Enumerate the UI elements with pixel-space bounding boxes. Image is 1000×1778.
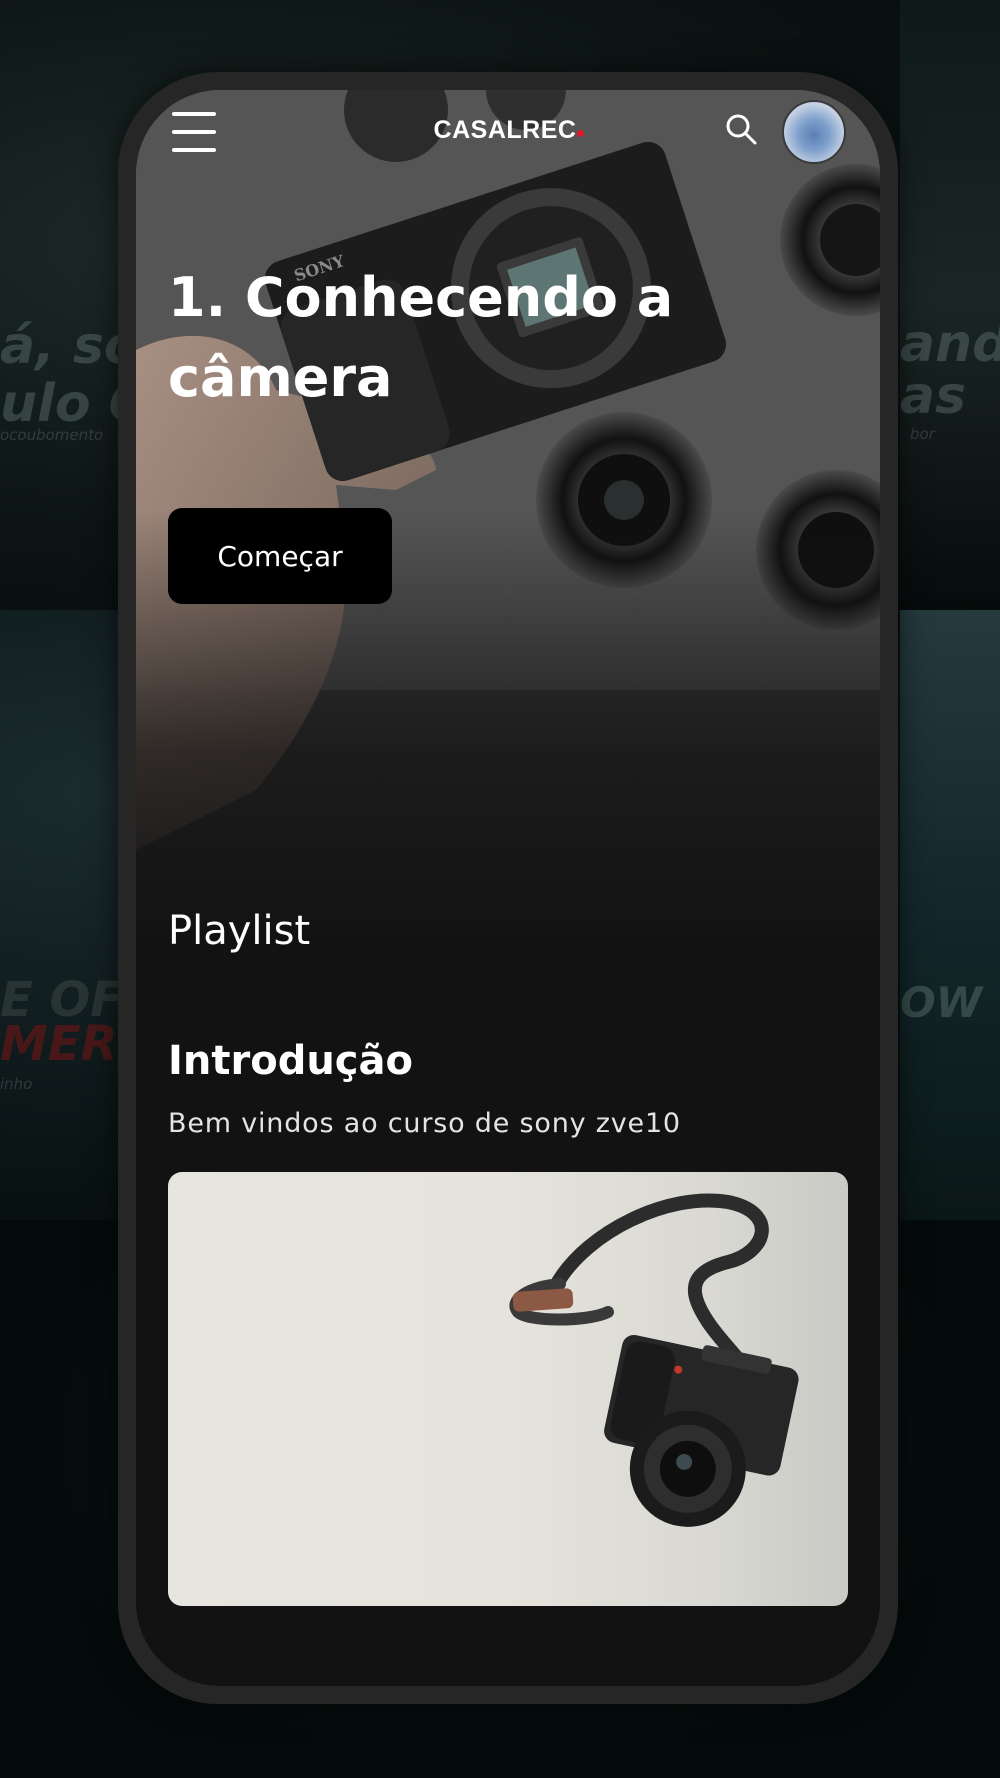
- playlist-heading: Playlist: [168, 908, 311, 954]
- phone-frame: SONY CASALREC 1. Conhecendo a câmera Com…: [118, 72, 898, 1704]
- menu-bar: [172, 112, 216, 116]
- start-button[interactable]: Começar: [168, 508, 392, 604]
- background-text: OW: [900, 978, 983, 1027]
- background-text: ando: [900, 314, 1000, 374]
- background-text: inho: [0, 1075, 33, 1093]
- phone-screen: SONY CASALREC 1. Conhecendo a câmera Com…: [136, 90, 880, 1686]
- camera-thumbnail-image: [509, 1193, 799, 1527]
- logo-dot: [577, 130, 585, 137]
- menu-bar: [172, 148, 216, 152]
- app-logo[interactable]: CASALREC: [419, 116, 599, 145]
- hamburger-menu-icon[interactable]: [170, 108, 218, 156]
- search-icon[interactable]: [722, 110, 762, 150]
- menu-bar: [172, 130, 216, 134]
- video-thumbnail[interactable]: [168, 1172, 848, 1606]
- lesson-title: 1. Conhecendo a câmera: [168, 266, 674, 409]
- section-subtitle: Bem vindos ao curso de sony zve10: [168, 1108, 681, 1139]
- app-header: CASALREC: [136, 90, 880, 210]
- background-text: MER: [0, 1016, 118, 1072]
- background-tile: [900, 0, 1000, 600]
- logo-text: CASALREC: [433, 116, 577, 144]
- user-avatar[interactable]: [782, 100, 846, 164]
- background-text: as: [900, 366, 967, 426]
- section-title: Introdução: [168, 1038, 413, 1084]
- background-text: bor: [910, 425, 935, 443]
- background-tile: [900, 610, 1000, 1220]
- background-text: ocoubomento: [0, 426, 104, 444]
